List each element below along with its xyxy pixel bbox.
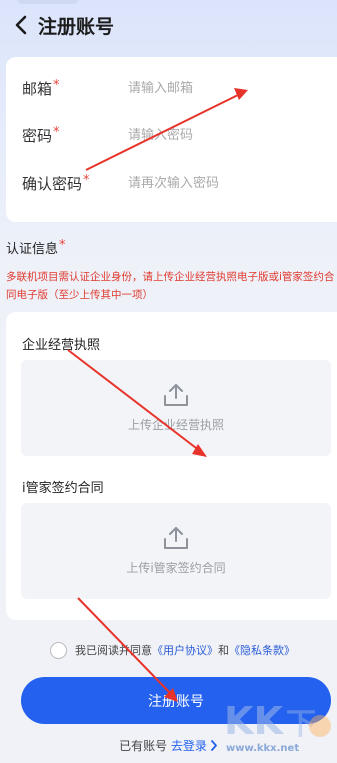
watermark-url: www.kkx.net bbox=[226, 743, 300, 754]
required-mark: * bbox=[53, 77, 60, 93]
required-mark: * bbox=[59, 238, 66, 253]
login-link[interactable]: 去登录 bbox=[171, 739, 218, 753]
business-license-upload[interactable]: 上传企业经营执照 bbox=[21, 360, 331, 456]
certification-note: 多联机项目需认证企业身份，请上传企业经营执照电子版或i管家签约合同电子版（至少上… bbox=[6, 271, 335, 301]
confirm-password-input[interactable] bbox=[128, 175, 318, 191]
confirm-password-label: 确认密码* bbox=[22, 172, 90, 193]
agreement-checkbox[interactable] bbox=[50, 641, 67, 659]
confirm-password-row: 确认密码* bbox=[22, 170, 332, 196]
contract-upload-text: 上传i管家签约合同 bbox=[126, 561, 226, 575]
page-title: 注册账号 bbox=[38, 15, 115, 38]
upload-icon bbox=[164, 527, 188, 549]
chevron-right-icon bbox=[211, 740, 217, 751]
agreement-prefix: 我已阅读并同意 bbox=[75, 644, 152, 657]
top-bar: 注册账号 bbox=[0, 0, 337, 50]
credentials-card: 邮箱* 密码* 确认密码* bbox=[6, 57, 337, 222]
uploads-card: 企业经营执照 上传企业经营执照 i管家签约合同 上传i管家签约合同 bbox=[6, 312, 337, 620]
email-label: 邮箱* bbox=[22, 77, 60, 98]
user-agreement-link[interactable]: 《用户协议》 bbox=[152, 642, 218, 658]
certification-title: 认证信息* bbox=[6, 238, 66, 257]
contract-upload[interactable]: 上传i管家签约合同 bbox=[21, 503, 331, 599]
required-mark: * bbox=[83, 172, 90, 188]
upload-icon bbox=[164, 384, 188, 406]
register-button[interactable]: 注册账号 bbox=[21, 677, 331, 724]
contract-label: i管家签约合同 bbox=[22, 481, 104, 496]
business-license-label: 企业经营执照 bbox=[22, 338, 101, 353]
certification-section: 认证信息* 多联机项目需认证企业身份，请上传企业经营执照电子版或i管家签约合同电… bbox=[6, 238, 337, 304]
agreement-row: 我已阅读并同意 《用户协议》 和 《隐私条款》 bbox=[50, 639, 295, 661]
login-prompt: 已有账号 bbox=[119, 739, 168, 753]
password-label: 密码* bbox=[22, 124, 60, 145]
back-button[interactable] bbox=[6, 3, 36, 47]
business-license-upload-text: 上传企业经营执照 bbox=[127, 418, 224, 432]
required-mark: * bbox=[53, 124, 60, 140]
agreement-conjunction: 和 bbox=[218, 644, 229, 657]
privacy-policy-link[interactable]: 《隐私条款》 bbox=[229, 642, 295, 658]
password-row: 密码* bbox=[22, 122, 332, 148]
password-input[interactable] bbox=[128, 127, 318, 143]
chevron-left-icon bbox=[15, 15, 27, 35]
email-row: 邮箱* bbox=[22, 75, 332, 101]
email-input[interactable] bbox=[128, 80, 318, 96]
